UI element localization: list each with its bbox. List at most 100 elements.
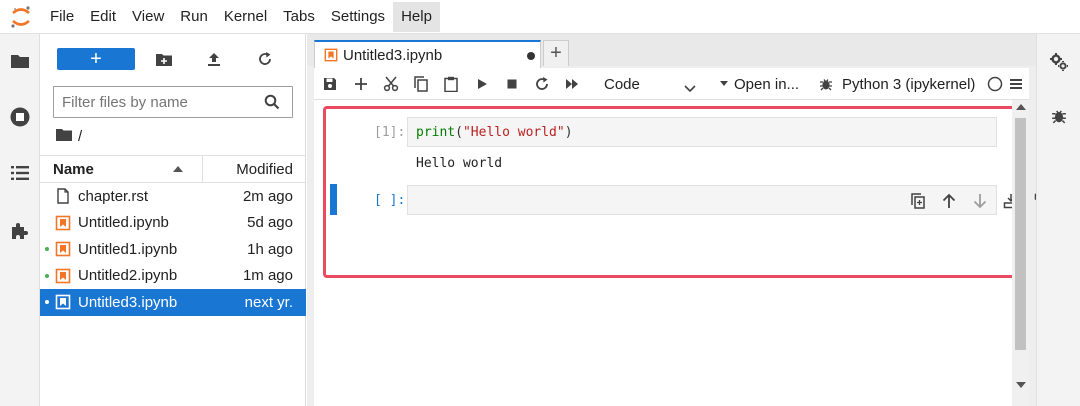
menu-settings[interactable]: Settings [323,2,393,32]
menu-hamburger-icon[interactable] [1004,72,1028,96]
file-row-untitled3-ipynb[interactable]: Untitled3.ipynb next yr. [40,289,306,316]
running-indicator [45,273,49,278]
restart-kernel-icon[interactable] [530,72,554,96]
document-tab-bar: Untitled3.ipynb + [307,34,1036,68]
file-name: Untitled1.ipynb [78,240,178,258]
cell-output: Hello world [416,156,503,171]
insert-cell-icon[interactable] [349,72,373,96]
tab-untitled3[interactable]: Untitled3.ipynb [314,40,541,68]
notebook-toolbar: Code Open in... Python 3 (ipykernel) [314,68,1029,100]
notebook-icon [55,268,71,284]
folder-icon[interactable] [0,44,40,78]
file-modified: 2m ago [242,187,293,205]
search-icon [264,94,280,114]
file-name: chapter.rst [78,187,149,205]
file-name: Untitled3.ipynb [78,293,178,311]
cell-type-select[interactable]: Code [604,72,696,97]
notebook-icon [55,215,71,231]
new-folder-icon[interactable] [152,47,176,71]
file-name: Untitled.ipynb [78,214,169,232]
restart-run-all-icon[interactable] [560,72,584,96]
notebook-icon [55,241,71,257]
menu-edit[interactable]: Edit [82,2,124,32]
move-down-arrow-icon[interactable] [968,190,992,212]
file-list-header: Name Modified [40,155,306,183]
file-row-chapter-rst[interactable]: chapter.rst 2m ago [40,183,306,210]
home-folder-icon[interactable] [56,128,72,145]
duplicate-cell-icon[interactable] [906,190,930,212]
left-sidebar [0,34,40,406]
scroll-down-arrow-icon[interactable] [1016,382,1026,388]
extensions-puzzle-icon[interactable] [0,214,40,248]
running-indicator [45,247,49,251]
menu-tabs[interactable]: Tabs [275,2,323,32]
right-sidebar [1036,34,1080,406]
main-area: Untitled3.ipynb + Code Open in... Python… [307,34,1079,406]
column-divider[interactable] [202,156,203,183]
column-name-header[interactable]: Name [53,161,94,178]
run-cell-icon[interactable] [470,72,494,96]
file-modified: 1h ago [247,240,293,258]
filter-files-input[interactable] [62,93,262,111]
move-up-arrow-icon[interactable] [937,190,961,212]
breadcrumb-root[interactable]: / [78,128,82,145]
cut-icon[interactable] [379,72,403,96]
scrollbar[interactable] [1012,100,1029,406]
code-cell-editor-active[interactable] [407,185,1079,215]
plus-icon: + [90,48,102,70]
file-modified: next yr. [244,293,293,311]
file-modified: 1m ago [242,267,293,285]
new-tab-button[interactable]: + [543,40,569,66]
chevron-down-icon [684,80,696,97]
new-launcher-button[interactable]: + [57,48,135,70]
input-prompt: [ ]: [374,193,406,208]
column-modified-header[interactable]: Modified [236,161,293,178]
table-of-contents-icon[interactable] [0,156,40,190]
scroll-thumb[interactable] [1015,118,1026,350]
upload-icon[interactable] [202,47,226,71]
property-inspector-gears-icon[interactable] [1047,50,1071,74]
notebook-icon [324,48,338,66]
running-indicator [45,300,49,304]
debugger-bug-icon[interactable] [1047,104,1071,128]
menu-run[interactable]: Run [172,2,216,32]
scroll-up-arrow-icon[interactable] [1016,104,1026,110]
copy-icon[interactable] [409,72,433,96]
caret-down-icon [720,81,728,86]
menu-kernel[interactable]: Kernel [216,2,275,32]
text-file-icon [55,188,71,204]
notebook-panel[interactable]: [1]: print("Hello world") Hello world [ … [314,100,1079,406]
unsaved-indicator-icon[interactable] [527,52,535,60]
file-modified: 5d ago [247,214,293,232]
notebook-icon [55,294,71,310]
file-row-untitled2-ipynb[interactable]: Untitled2.ipynb 1m ago [40,263,306,290]
tab-title: Untitled3.ipynb [343,46,443,64]
jupyter-logo-icon [0,0,42,34]
file-row-untitled1-ipynb[interactable]: Untitled1.ipynb 1h ago [40,236,306,263]
file-filter[interactable] [53,86,293,118]
menu-file[interactable]: File [42,2,82,32]
menu-view[interactable]: View [124,2,172,32]
debugger-bug-icon[interactable] [814,72,838,96]
code-cell-editor[interactable]: print("Hello world") [407,117,997,147]
save-icon[interactable] [318,72,342,96]
stop-kernel-icon[interactable] [500,72,524,96]
file-browser: + / Name Modified [40,34,306,406]
cell-type-value: Code [604,75,640,93]
sort-ascending-icon [173,166,183,172]
menu-bar: File Edit View Run Kernel Tabs Settings … [0,0,1080,34]
input-prompt: [1]: [374,125,406,140]
open-in-label: Open in... [734,75,800,93]
paste-icon[interactable] [439,72,463,96]
file-list: chapter.rst 2m ago Untitled.ipynb 5d ago… [40,183,306,316]
open-in-menu[interactable]: Open in... [719,72,799,96]
refresh-icon[interactable] [253,47,277,71]
active-cell-indicator[interactable] [330,184,337,215]
running-kernels-icon[interactable] [0,100,40,134]
kernel-name[interactable]: Python 3 (ipykernel) [842,72,975,96]
code-text: print("Hello world") [416,125,573,140]
breadcrumb: / [56,126,82,146]
menu-help[interactable]: Help [393,1,440,32]
kernel-label: Python 3 (ipykernel) [842,75,976,93]
file-row-untitled-ipynb[interactable]: Untitled.ipynb 5d ago [40,210,306,237]
